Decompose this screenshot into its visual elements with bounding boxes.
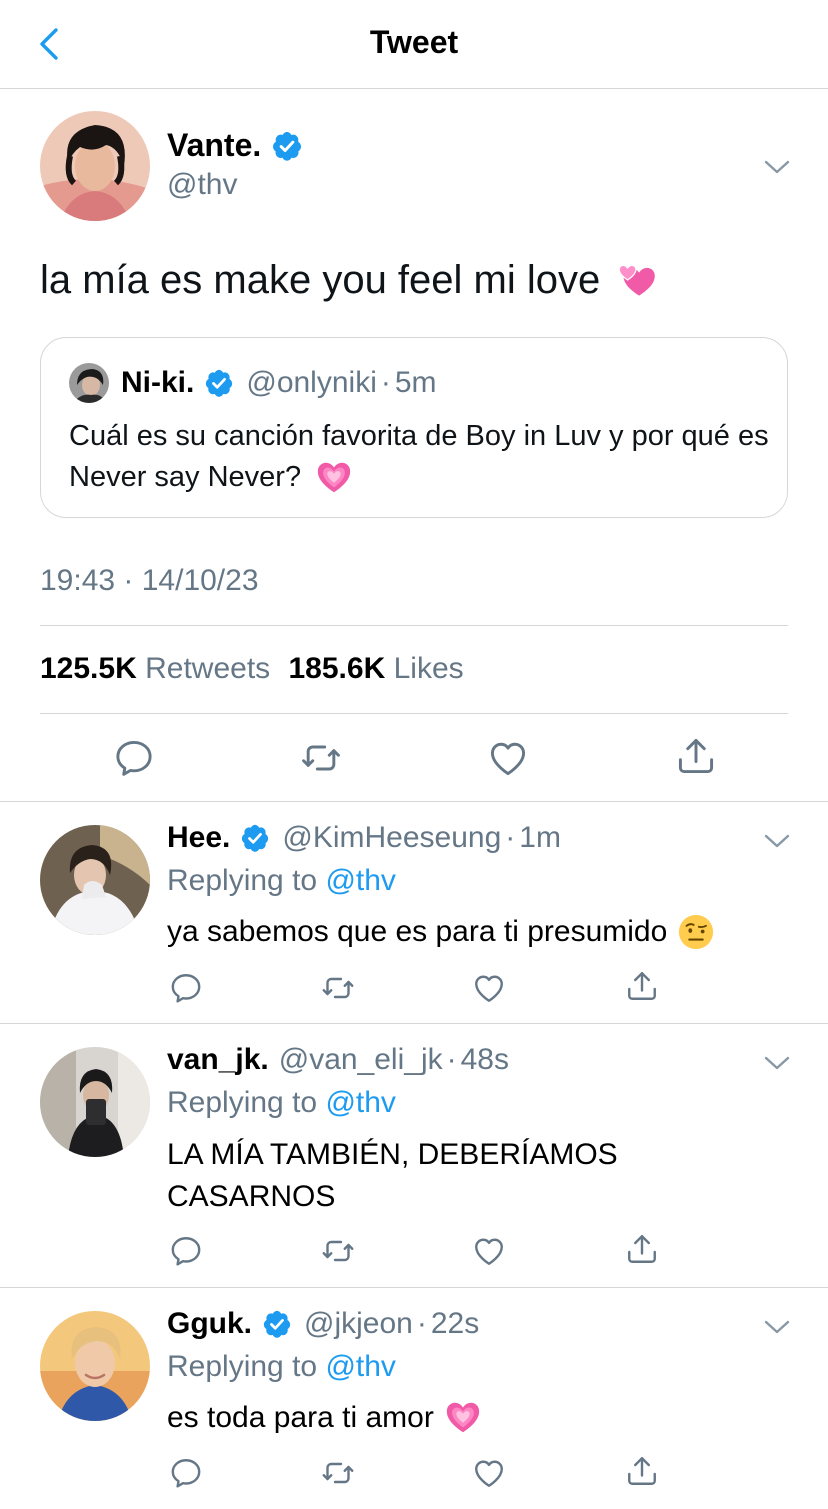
reply-header: van_jk. @van_eli_jk · 48s xyxy=(167,1043,509,1077)
retweet-icon[interactable] xyxy=(319,1455,357,1491)
replying-to-line: Replying to @thv xyxy=(167,1086,396,1120)
growing-heart-emoji xyxy=(315,459,353,497)
reply-author-name[interactable]: Hee. xyxy=(167,821,230,855)
growing-heart-emoji xyxy=(444,1399,482,1437)
reply-author-name[interactable]: van_jk. xyxy=(167,1043,269,1077)
quoted-time: 5m xyxy=(394,366,437,399)
replying-mention-link[interactable]: @thv xyxy=(325,1086,395,1119)
quoted-tweet[interactable]: Ni-ki. @onlyniki · 5m Cuál es su canción… xyxy=(40,337,788,518)
verified-badge-icon xyxy=(262,1309,292,1339)
divider xyxy=(40,713,788,714)
divider xyxy=(0,801,828,802)
divider xyxy=(40,625,788,626)
reply-header: Gguk. @jkjeon · 22s xyxy=(167,1307,479,1341)
reply-text-content: LA MÍA TAMBIÉN, DEBERÍAMOS CASARNOS xyxy=(167,1138,618,1213)
quoted-text-content: Cuál es su canción favorita de Boy in Lu… xyxy=(69,420,769,493)
reply-author-name[interactable]: Gguk. xyxy=(167,1307,252,1341)
face-with-raised-eyebrow-emoji xyxy=(677,913,715,951)
revolving-hearts-emoji xyxy=(614,260,660,302)
reply-text: LA MÍA TAMBIÉN, DEBERÍAMOS CASARNOS xyxy=(167,1134,647,1218)
chevron-down-icon[interactable] xyxy=(763,1054,791,1072)
replying-mention-link[interactable]: @thv xyxy=(325,864,395,897)
like-icon[interactable] xyxy=(471,1233,507,1269)
reply-author-handle[interactable]: @van_eli_jk xyxy=(279,1043,443,1077)
tweet-author-row: Vante. xyxy=(167,127,303,164)
share-icon[interactable] xyxy=(674,734,718,778)
tweet-text-content: la mía es make you feel mi love xyxy=(40,258,601,302)
retweets-label: Retweets xyxy=(145,652,271,685)
reply-icon[interactable] xyxy=(168,1233,204,1269)
avatar[interactable] xyxy=(40,111,150,221)
retweets-stat[interactable]: 125.5K Retweets xyxy=(40,652,279,685)
verified-badge-icon xyxy=(240,823,270,853)
quoted-tweet-text: Cuál es su canción favorita de Boy in Lu… xyxy=(69,416,769,498)
tweet-stats: 125.5K Retweets 185.6K Likes xyxy=(40,652,464,686)
replying-label: Replying to xyxy=(167,864,318,897)
reply-icon[interactable] xyxy=(112,736,156,780)
avatar[interactable] xyxy=(40,1311,150,1421)
reply-icon[interactable] xyxy=(168,1455,204,1491)
likes-label: Likes xyxy=(393,652,464,685)
like-icon[interactable] xyxy=(471,970,507,1006)
reply-time: 1m xyxy=(519,821,561,854)
retweet-icon[interactable] xyxy=(319,970,357,1006)
likes-stat[interactable]: 185.6K Likes xyxy=(289,652,464,685)
replying-label: Replying to xyxy=(167,1350,318,1383)
quoted-author-name: Ni-ki. xyxy=(121,366,195,399)
chevron-down-icon[interactable] xyxy=(763,158,791,176)
author-handle[interactable]: @thv xyxy=(167,168,237,202)
top-bar: Tweet xyxy=(0,0,828,89)
reply-author-handle[interactable]: @jkjeon xyxy=(304,1307,413,1341)
reply-text: ya sabemos que es para ti presumido xyxy=(167,911,715,953)
verified-badge-icon xyxy=(204,368,234,398)
reply-author-handle[interactable]: @KimHeeseung xyxy=(282,821,501,855)
share-icon[interactable] xyxy=(624,968,660,1004)
like-icon[interactable] xyxy=(471,1455,507,1491)
tweet-timestamp: 19:43 · 14/10/23 xyxy=(40,564,259,597)
retweet-icon[interactable] xyxy=(298,736,344,780)
divider xyxy=(0,1023,828,1024)
reply-text-content: ya sabemos que es para ti presumido xyxy=(167,915,668,948)
reply-icon[interactable] xyxy=(168,970,204,1006)
separator: · xyxy=(380,366,391,399)
replying-label: Replying to xyxy=(167,1086,318,1119)
share-icon[interactable] xyxy=(624,1453,660,1489)
chevron-down-icon[interactable] xyxy=(763,1318,791,1336)
divider xyxy=(0,1287,828,1288)
author-name[interactable]: Vante. xyxy=(167,127,261,164)
avatar xyxy=(69,363,109,403)
retweets-count: 125.5K xyxy=(40,652,137,685)
reply-time: 22s xyxy=(430,1307,480,1340)
share-icon[interactable] xyxy=(624,1231,660,1267)
separator: · xyxy=(505,821,516,854)
replying-to-line: Replying to @thv xyxy=(167,1350,396,1384)
reply-time: 48s xyxy=(460,1043,509,1076)
quoted-tweet-header: Ni-ki. @onlyniki · 5m xyxy=(69,363,437,403)
separator: · xyxy=(446,1043,457,1076)
page-title: Tweet xyxy=(369,24,459,60)
like-icon[interactable] xyxy=(486,736,530,780)
tweet-text: la mía es make you feel mi love xyxy=(40,258,660,303)
separator: · xyxy=(416,1307,427,1340)
replying-mention-link[interactable]: @thv xyxy=(325,1350,395,1383)
avatar[interactable] xyxy=(40,825,150,935)
reply-text: es toda para ti amor xyxy=(167,1397,482,1439)
reply-header: Hee. @KimHeeseung · 1m xyxy=(167,821,561,855)
replying-to-line: Replying to @thv xyxy=(167,864,396,898)
chevron-down-icon[interactable] xyxy=(763,832,791,850)
reply-text-content: es toda para ti amor xyxy=(167,1401,434,1434)
retweet-icon[interactable] xyxy=(319,1233,357,1269)
likes-count: 185.6K xyxy=(288,652,386,685)
verified-badge-icon xyxy=(271,130,303,162)
quoted-author-handle: @onlyniki xyxy=(246,366,377,399)
avatar[interactable] xyxy=(40,1047,150,1157)
